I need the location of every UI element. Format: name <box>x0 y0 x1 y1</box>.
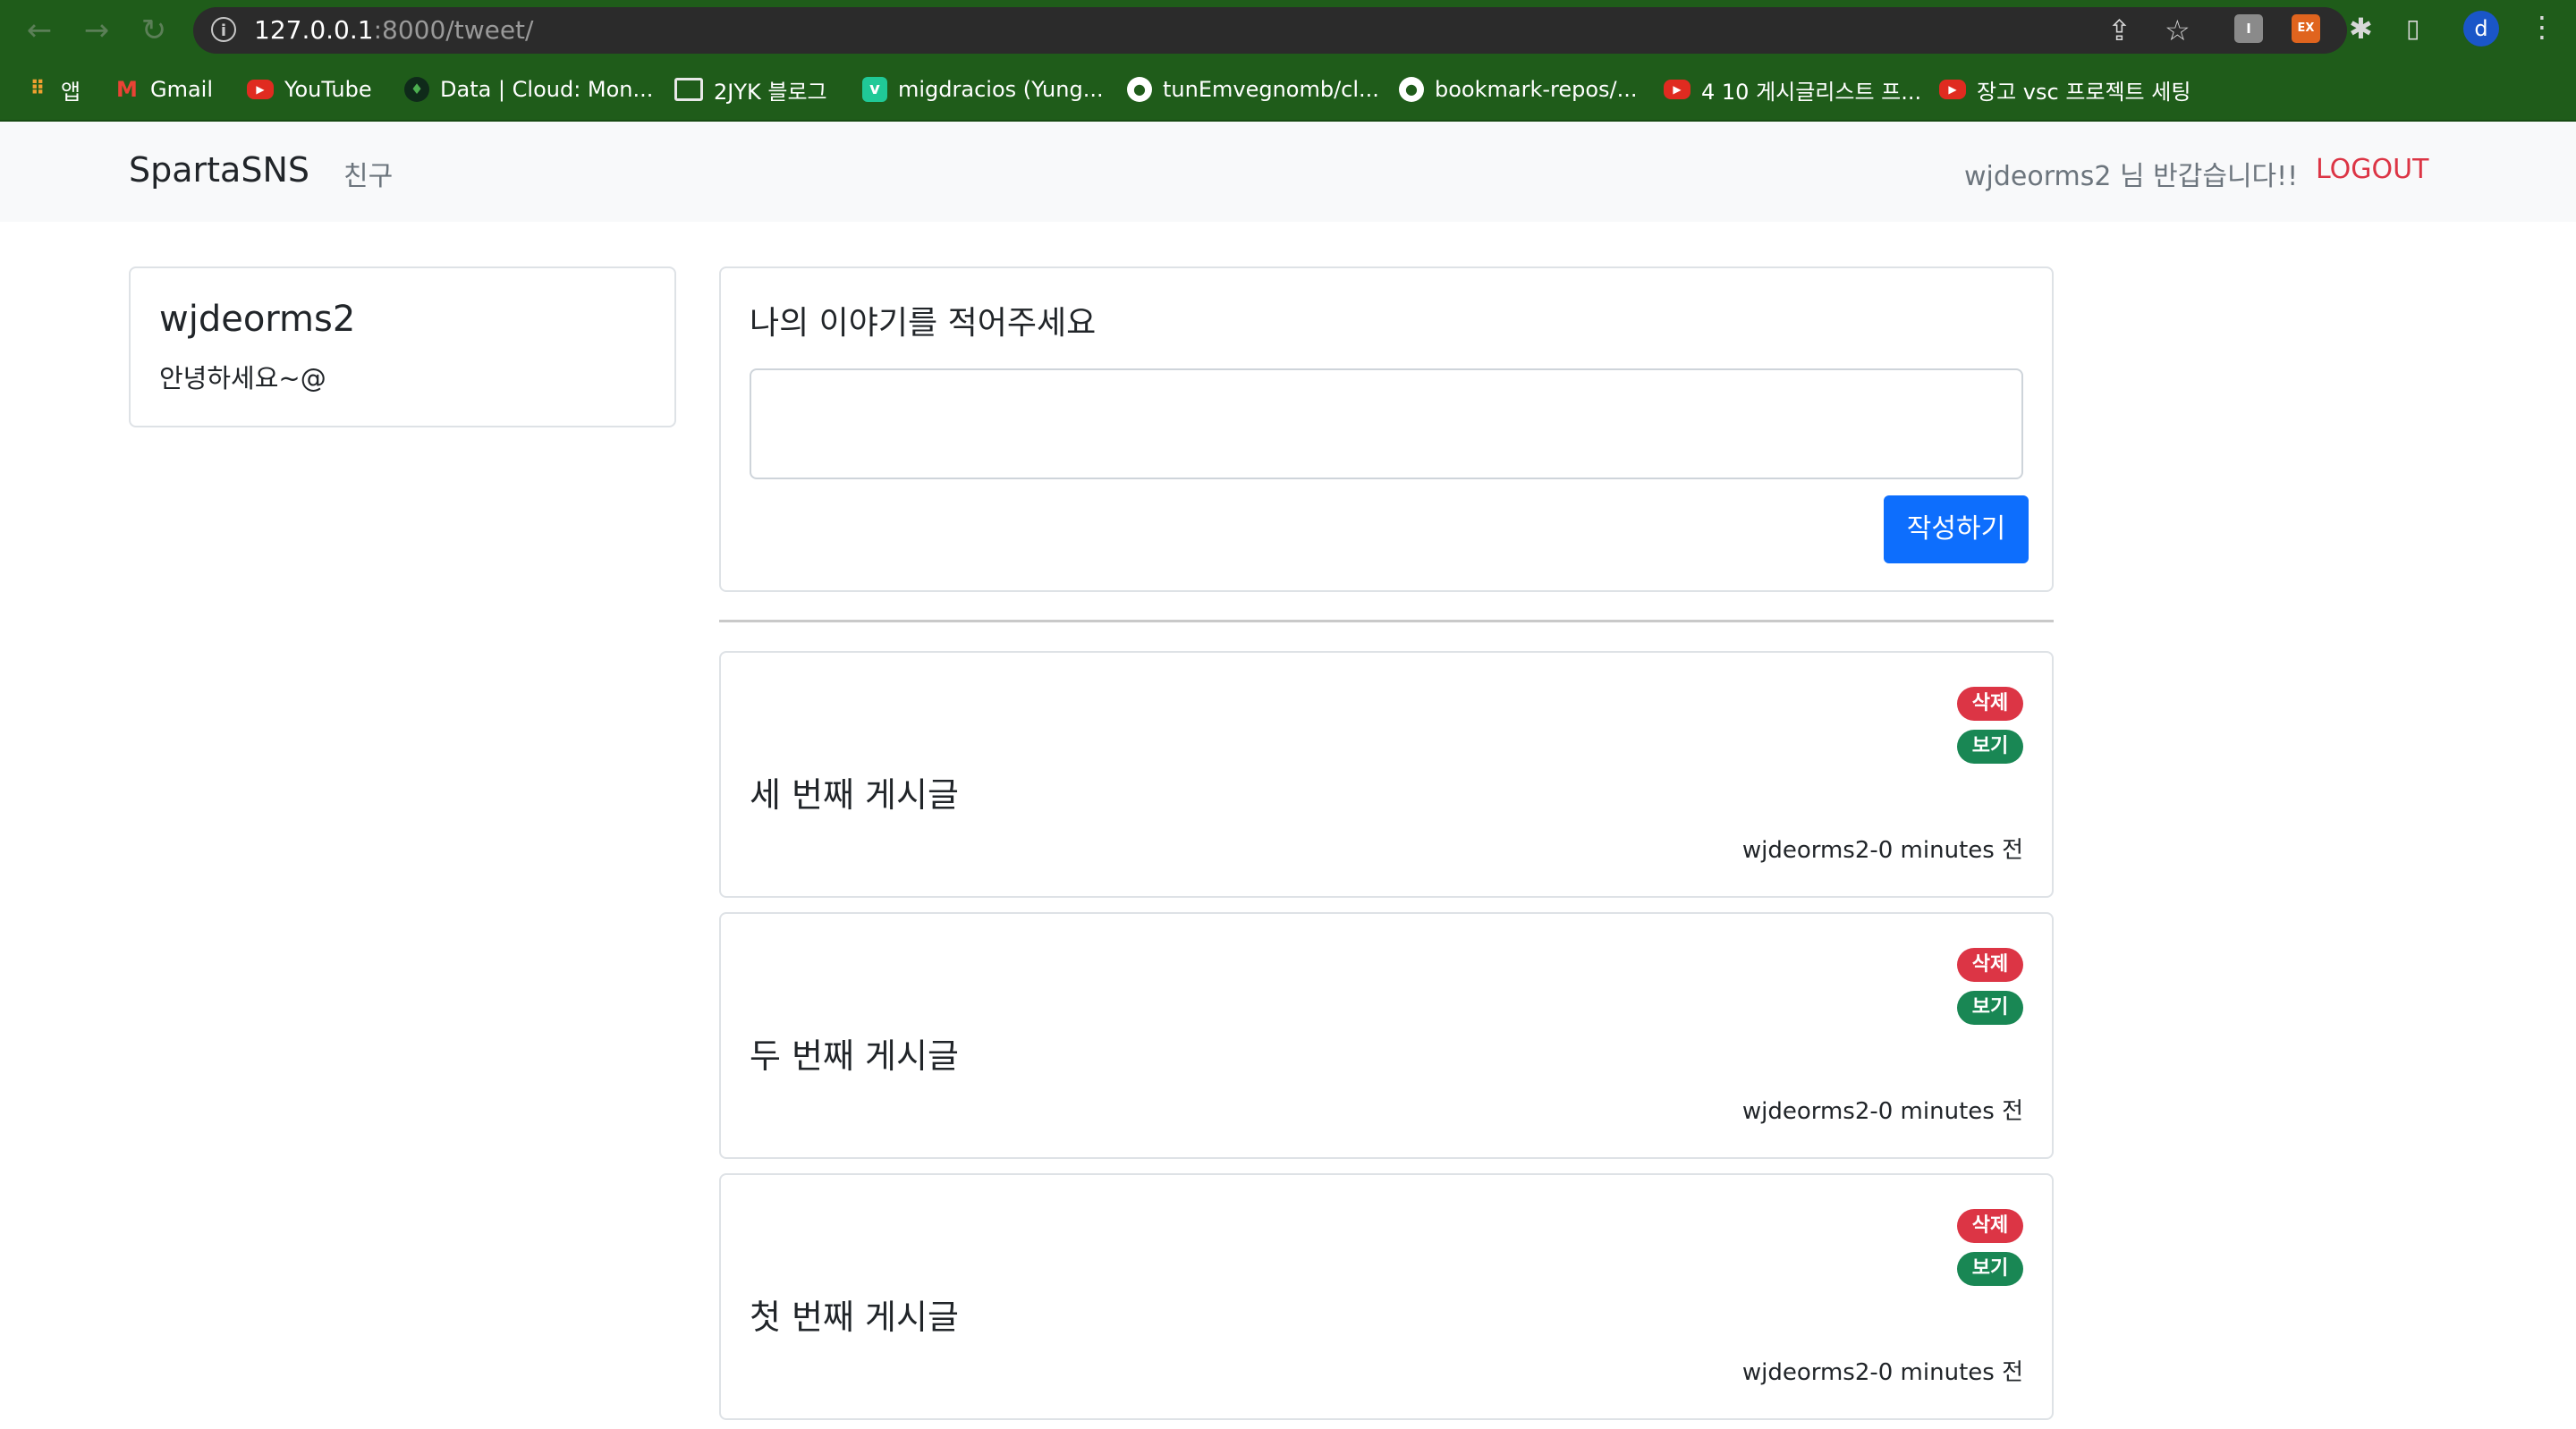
folder-icon <box>674 78 703 101</box>
site-info-icon[interactable]: i <box>211 17 236 42</box>
extension-ex-icon[interactable]: EX <box>2292 14 2320 43</box>
view-badge-button[interactable]: 보기 <box>1957 730 2023 764</box>
post-card: 삭제 보기 첫 번째 게시글 wjdeorms2-0 minutes 전 <box>719 1173 2054 1420</box>
compose-title: 나의 이야기를 적어주세요 <box>750 305 1097 342</box>
profile-avatar[interactable]: d <box>2463 11 2499 47</box>
youtube-icon: ▶ <box>247 80 274 99</box>
velog-icon: v <box>862 77 887 102</box>
compose-input[interactable] <box>750 368 2023 479</box>
view-badge-button[interactable]: 보기 <box>1957 1252 2023 1286</box>
app-navbar: SpartaSNS 친구 wjdeorms2 님 반갑습니다!! LOGOUT <box>0 122 2576 222</box>
extensions-puzzle-icon[interactable]: ✱ <box>2349 13 2373 45</box>
bookmark-label: tunEmvegnomb/cl... <box>1163 77 1379 102</box>
youtube-icon: ▶ <box>1939 80 1966 99</box>
bookmark-label: Gmail <box>150 77 214 102</box>
bookmark-label: Data | Cloud: Mon... <box>440 77 654 102</box>
nav-friend-link[interactable]: 친구 <box>343 154 393 193</box>
post-meta: wjdeorms2-0 minutes 전 <box>1741 1359 2023 1386</box>
bookmark-youtube[interactable]: ▶ YouTube <box>247 73 372 106</box>
bookmark-label: YouTube <box>284 77 372 102</box>
bookmark-star-icon[interactable]: ☆ <box>2165 14 2190 47</box>
bookmark-mongodb[interactable]: ♦ Data | Cloud: Mon... <box>404 73 653 106</box>
bookmark-label: 4 10 게시글리스트 프... <box>1701 79 1922 105</box>
url-text[interactable]: 127.0.0.1:8000/tweet/ <box>254 15 533 45</box>
gmail-icon: M <box>116 77 138 102</box>
bookmarks-bar: ⠿ 앱 M Gmail ▶ YouTube ♦ Data | Cloud: Mo… <box>0 61 2576 122</box>
apps-grid-icon: ⠿ <box>30 78 46 100</box>
profile-username: wjdeorms2 <box>159 299 356 340</box>
bookmark-apps[interactable]: ⠿ 앱 <box>25 73 80 106</box>
youtube-icon: ▶ <box>1664 80 1690 99</box>
post-meta: wjdeorms2-0 minutes 전 <box>1741 1098 2023 1125</box>
extension-i-icon[interactable]: I <box>2234 14 2263 43</box>
view-badge-button[interactable]: 보기 <box>1957 991 2023 1025</box>
compose-card: 나의 이야기를 적어주세요 작성하기 <box>719 266 2054 592</box>
mongodb-icon: ♦ <box>404 77 429 102</box>
bookmark-youtube-django[interactable]: ▶ 장고 vsc 프로젝트 세팅 <box>1939 73 2190 106</box>
bookmark-velog[interactable]: v migdracios (Yung... <box>862 73 1104 106</box>
share-icon[interactable]: ⇪ <box>2107 14 2131 47</box>
delete-badge-button[interactable]: 삭제 <box>1957 948 2023 982</box>
submit-post-button[interactable]: 작성하기 <box>1884 495 2029 563</box>
brand-link[interactable]: SpartaSNS <box>129 150 309 190</box>
bookmark-label: migdracios (Yung... <box>898 77 1104 102</box>
bookmark-youtube-list[interactable]: ▶ 4 10 게시글리스트 프... <box>1664 73 1921 106</box>
delete-badge-button[interactable]: 삭제 <box>1957 1209 2023 1243</box>
bookmark-blog-folder[interactable]: 2JYK 블로그 <box>674 73 827 106</box>
github-icon: ● <box>1399 77 1424 102</box>
bookmark-label: 장고 vsc 프로젝트 세팅 <box>1977 79 2191 105</box>
post-title: 세 번째 게시글 <box>750 775 959 815</box>
address-bar[interactable]: i 127.0.0.1:8000/tweet/ ⇪ ☆ <box>193 7 2347 54</box>
github-icon: ● <box>1127 77 1152 102</box>
divider <box>719 620 2054 622</box>
bookmark-gmail[interactable]: M Gmail <box>114 73 213 106</box>
bookmark-label: 앱 <box>61 79 81 105</box>
bookmark-github-1[interactable]: ● tunEmvegnomb/cl... <box>1127 73 1379 106</box>
bookmark-github-2[interactable]: ● bookmark-repos/... <box>1399 73 1638 106</box>
post-title: 첫 번째 게시글 <box>750 1298 959 1337</box>
logout-link[interactable]: LOGOUT <box>2316 154 2428 185</box>
browser-toolbar: ← → ↻ i 127.0.0.1:8000/tweet/ ⇪ ☆ I EX ✱… <box>0 0 2576 61</box>
reload-icon[interactable]: ↻ <box>134 11 174 50</box>
bookmark-label: bookmark-repos/... <box>1435 77 1638 102</box>
bookmark-label: 2JYK 블로그 <box>714 79 827 105</box>
greeting-text: wjdeorms2 님 반갑습니다!! <box>1964 161 2299 192</box>
delete-badge-button[interactable]: 삭제 <box>1957 687 2023 721</box>
post-card: 삭제 보기 세 번째 게시글 wjdeorms2-0 minutes 전 <box>719 651 2054 898</box>
back-arrow-icon[interactable]: ← <box>20 11 59 50</box>
post-card: 삭제 보기 두 번째 게시글 wjdeorms2-0 minutes 전 <box>719 912 2054 1159</box>
side-panel-icon[interactable]: ▯ <box>2406 13 2419 45</box>
forward-arrow-icon[interactable]: → <box>77 11 116 50</box>
profile-bio: 안녕하세요~@ <box>159 363 326 393</box>
post-title: 두 번째 게시글 <box>750 1036 959 1076</box>
more-menu-icon[interactable]: ⋮ <box>2528 11 2556 43</box>
profile-card: wjdeorms2 안녕하세요~@ <box>129 266 676 427</box>
post-meta: wjdeorms2-0 minutes 전 <box>1741 837 2023 864</box>
